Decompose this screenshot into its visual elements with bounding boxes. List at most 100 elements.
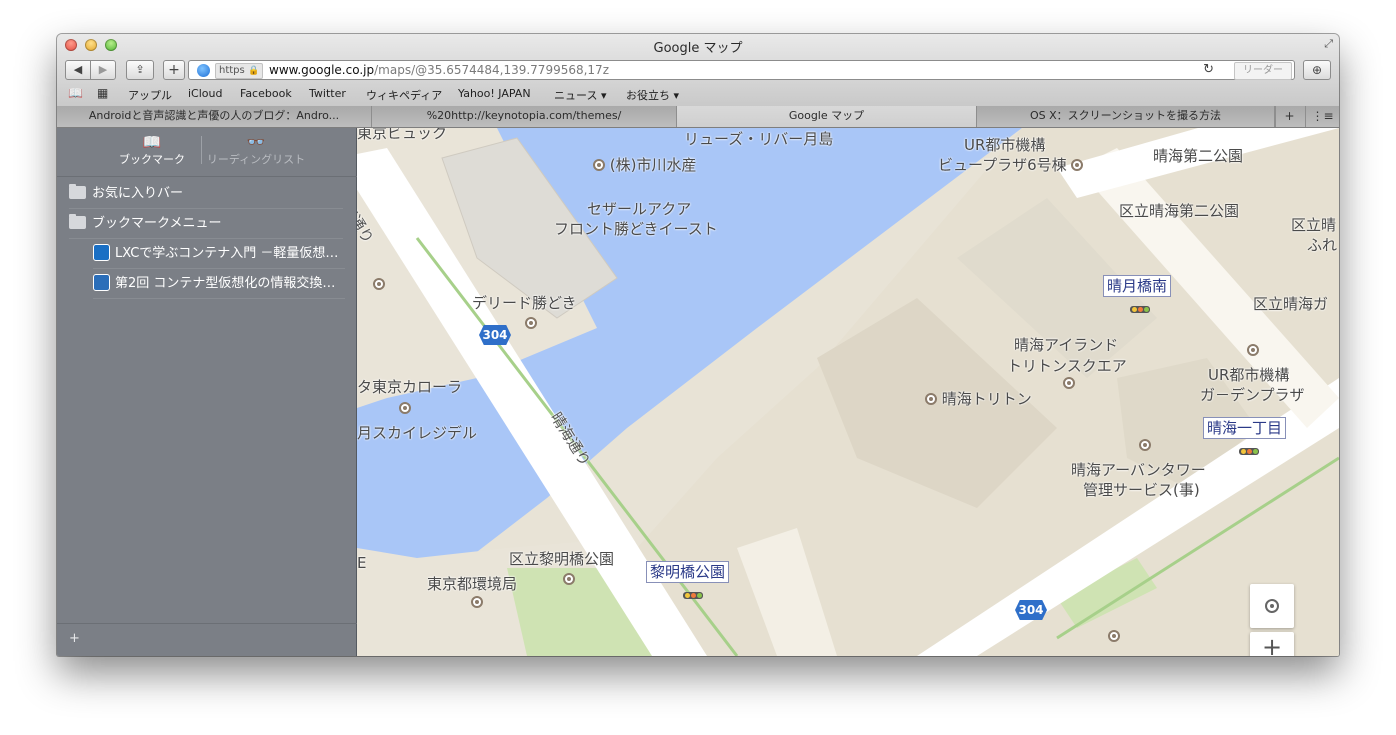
poi-icon bbox=[593, 159, 605, 171]
map-label-ur-garden1: UR都市機構 bbox=[1208, 366, 1290, 384]
url-text[interactable]: www.google.co.jp/maps/@35.6574484,139.77… bbox=[269, 63, 609, 77]
https-badge: https 🔒 bbox=[215, 63, 264, 79]
map-label-skyresi: 月スカイレジデル bbox=[357, 424, 478, 442]
map-label-kankyo: 東京都環境局 bbox=[427, 575, 518, 593]
sidebar-folder-favorites[interactable]: お気に入りバー bbox=[69, 180, 343, 209]
route-304-shield: 304 bbox=[479, 325, 511, 345]
poi-icon bbox=[471, 596, 483, 608]
tab-osx-screenshot[interactable]: OS X：スクリーンショットを撮る方法 bbox=[977, 106, 1275, 127]
downloads-button[interactable]: ⊕ bbox=[1303, 60, 1331, 80]
my-location-button[interactable] bbox=[1250, 584, 1294, 628]
map-label-dorido: デリード勝どき bbox=[472, 294, 577, 312]
folder-icon bbox=[69, 184, 86, 199]
map-label-kuritsu-park2: 区立晴海第二公園 bbox=[1119, 202, 1240, 220]
book-icon: 📖 bbox=[142, 133, 162, 151]
map-label-triton: 晴海トリトン bbox=[925, 388, 1032, 409]
sidebar-bookmark-container[interactable]: 第2回 コンテナ型仮想化の情報交換… bbox=[93, 270, 345, 299]
sidebar-folder-menu[interactable]: ブックマークメニュー bbox=[69, 210, 343, 239]
browser-window: Google マップ ⤢ ◀ ▶ ⇪ + https 🔒 www.google.… bbox=[57, 34, 1339, 656]
traffic-light-icon bbox=[1130, 306, 1150, 313]
station-reimeibashi-park[interactable]: 黎明橋公園 bbox=[646, 561, 730, 583]
poi-icon bbox=[1063, 377, 1075, 389]
show-all-tabs-button[interactable]: ⋮≡ bbox=[1305, 106, 1339, 127]
station-tsukihashi-minami[interactable]: 晴月橋南 bbox=[1103, 275, 1172, 297]
title-toolbar: Google マップ ⤢ ◀ ▶ ⇪ + https 🔒 www.google.… bbox=[57, 34, 1339, 107]
address-bar[interactable]: https 🔒 www.google.co.jp/maps/@35.657448… bbox=[188, 60, 1295, 80]
forward-button[interactable]: ▶ bbox=[90, 60, 116, 80]
tab-bar: Androidと音声認識と声優の人のブログ：Andro... %20http:/… bbox=[57, 106, 1339, 128]
sidebar-tab-reading-list[interactable]: 👓 リーディングリスト bbox=[203, 134, 309, 167]
map-label-island2: トリトンスクエア bbox=[1007, 357, 1127, 375]
globe-icon bbox=[197, 64, 210, 77]
url-host: www.google.co.jp bbox=[269, 63, 375, 77]
station-harumi-itchome[interactable]: 晴海一丁目 bbox=[1203, 417, 1287, 439]
reader-button[interactable]: リーダー bbox=[1234, 62, 1292, 80]
glasses-icon: 👓 bbox=[246, 133, 266, 151]
tab-keynotopia[interactable]: %20http://keynotopia.com/themes/ bbox=[372, 106, 677, 127]
fullscreen-arrows-icon[interactable]: ⤢ bbox=[1324, 37, 1333, 51]
top-sites-grid-icon[interactable]: ▦ bbox=[97, 86, 108, 100]
map-label-edge-e: E bbox=[357, 554, 367, 572]
crosshair-icon bbox=[1265, 599, 1279, 613]
share-button[interactable]: ⇪ bbox=[126, 60, 154, 80]
map-label-reimei-park: 区立黎明橋公園 bbox=[509, 550, 615, 568]
poi-icon bbox=[1139, 439, 1151, 451]
window-title: Google マップ bbox=[653, 41, 743, 56]
bookmark-icloud[interactable]: iCloud bbox=[188, 87, 222, 100]
sidebar-footer-divider bbox=[57, 623, 357, 624]
map-canvas[interactable]: 東京ビュック リューズ・リバー月島 UR都市機構 ビュープラザ6号棟 晴海第二公… bbox=[357, 128, 1339, 656]
new-tab-button[interactable]: + bbox=[1275, 106, 1303, 127]
document-favicon-icon bbox=[93, 274, 110, 291]
map-label-sezar1: セザールアクア bbox=[587, 200, 692, 218]
poi-icon bbox=[1071, 159, 1084, 171]
traffic-light-icon bbox=[683, 592, 703, 599]
map-label-kuritsu-edge1: 区立晴 bbox=[1291, 216, 1337, 234]
poi-icon bbox=[1247, 344, 1259, 356]
sidebar-tab-bookmarks[interactable]: 📖 ブックマーク bbox=[115, 134, 189, 167]
add-folder-button[interactable]: + bbox=[69, 631, 80, 646]
site-favicon-icon bbox=[93, 244, 110, 261]
sidebar-tab-bookmarks-label: ブックマーク bbox=[119, 153, 185, 166]
back-button[interactable]: ◀ bbox=[65, 60, 91, 80]
tab-google-maps[interactable]: Google マップ bbox=[677, 106, 977, 127]
url-path: /maps/@35.6574484,139.7799568,17z bbox=[374, 63, 609, 77]
map-label-river: リューズ・リバー月島 bbox=[684, 130, 834, 148]
map-label-tokyo: 東京ビュック bbox=[357, 128, 448, 142]
bookmarks-bar: 📖 ▦ アップル iCloud Facebook Twitter ウィキペディア… bbox=[57, 84, 1339, 104]
bookmark-news[interactable]: ニュース ▾ bbox=[554, 87, 606, 103]
sidebar-tab-divider bbox=[201, 136, 202, 164]
map-label-toyota: タ東京カローラ bbox=[357, 378, 463, 396]
folder-icon bbox=[69, 214, 86, 229]
transit-icon bbox=[1108, 630, 1120, 642]
route-304-shield-2: 304 bbox=[1015, 600, 1047, 620]
poi-icon bbox=[525, 317, 537, 329]
lock-icon: 🔒 bbox=[247, 66, 260, 76]
bookmark-label: LXCで学ぶコンテナ入門 －軽量仮想… bbox=[115, 246, 339, 261]
bookmark-yahoo[interactable]: Yahoo! JAPAN bbox=[458, 87, 531, 100]
bookmarks-sidebar: 📖 ブックマーク 👓 リーディングリスト お気に入りバー ブックマークメニュー … bbox=[57, 128, 357, 656]
bookmark-twitter[interactable]: Twitter bbox=[309, 87, 346, 100]
reload-icon[interactable]: ↻ bbox=[1203, 62, 1214, 77]
poi-icon bbox=[563, 573, 575, 585]
map-label-kuritsu-ga: 区立晴海ガ bbox=[1253, 295, 1329, 313]
bookmark-wikipedia[interactable]: ウィキペディア bbox=[366, 87, 442, 103]
map-label-urban1: 晴海アーバンタワー bbox=[1071, 461, 1206, 479]
sidebar-tab-reading-label: リーディングリスト bbox=[206, 153, 306, 166]
bookmark-facebook[interactable]: Facebook bbox=[240, 87, 292, 100]
tab-android-blog[interactable]: Androidと音声認識と声優の人のブログ：Andro... bbox=[57, 106, 372, 127]
traffic-light-icon bbox=[1239, 448, 1259, 455]
zoom-in-button[interactable]: + bbox=[1250, 632, 1294, 656]
bookmark-label: 第2回 コンテナ型仮想化の情報交換… bbox=[115, 276, 336, 291]
add-bookmark-button[interactable]: + bbox=[163, 60, 185, 80]
map-label-kuritsu-edge2: ふれ bbox=[1307, 236, 1338, 254]
map-label-island1: 晴海アイランド bbox=[1014, 336, 1119, 354]
folder-label: お気に入りバー bbox=[92, 186, 184, 201]
bookmark-apple[interactable]: アップル bbox=[128, 87, 172, 103]
reading-list-icon[interactable]: 📖 bbox=[68, 86, 83, 100]
map-label-harumi-park2: 晴海第二公園 bbox=[1153, 147, 1244, 165]
map-label-sezar2: フロント勝どきイースト bbox=[554, 220, 718, 238]
folder-label: ブックマークメニュー bbox=[92, 216, 222, 231]
sidebar-bookmark-lxc[interactable]: LXCで学ぶコンテナ入門 －軽量仮想… bbox=[93, 240, 345, 269]
bookmark-useful[interactable]: お役立ち ▾ bbox=[626, 87, 679, 103]
map-label-ichikawa: (株)市川水産 bbox=[593, 154, 697, 175]
